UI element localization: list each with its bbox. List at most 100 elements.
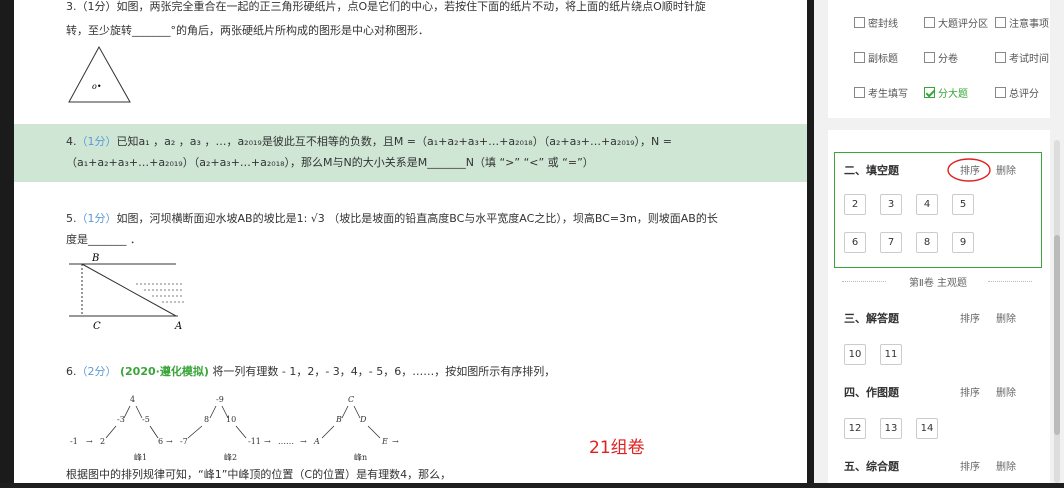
- delete-button[interactable]: 删除: [996, 458, 1016, 473]
- svg-text:-1: -1: [70, 437, 78, 446]
- svg-text:D: D: [359, 415, 367, 424]
- option-subtitle[interactable]: 副标题: [854, 50, 898, 65]
- checkbox-icon[interactable]: [995, 52, 1006, 63]
- question-button[interactable]: 2: [844, 194, 866, 215]
- sections-panel: 二、填空题 排序 删除 2 3 4 5 6 7 8 9 第Ⅱ卷 主观题 三、解答…: [828, 130, 1050, 483]
- question-score: （1分）: [76, 135, 117, 148]
- peakn-label: 峰n: [354, 452, 367, 462]
- sort-button[interactable]: 排序: [960, 458, 980, 473]
- option-exam-time[interactable]: 考试时间: [995, 50, 1049, 65]
- checkbox-checked-icon[interactable]: [924, 87, 935, 98]
- question-text: 已知a₁ ，a₂ ，a₃ ，…，a₂₀₁₉是彼此互不相等的负数，且M =（a₁+…: [116, 135, 673, 148]
- question-text: 3.（1分）如图，两张完全重合在一起的正三角形硬纸片，点O是它们的中心，若按住下…: [66, 0, 706, 13]
- option-split-volume[interactable]: 分卷: [924, 50, 958, 65]
- question-button[interactable]: 6: [844, 232, 866, 253]
- divider-line: [988, 281, 1032, 282]
- svg-text:……: ……: [278, 437, 294, 446]
- svg-text:8: 8: [204, 415, 209, 424]
- peak2-label: 峰2: [224, 452, 237, 462]
- svg-text:→: →: [86, 437, 93, 446]
- sort-button[interactable]: 排序: [960, 310, 980, 325]
- exam-paper: 3.（1分）如图，两张完全重合在一起的正三角形硬纸片，点O是它们的中心，若按住下…: [14, 0, 807, 483]
- question-number: 6.: [66, 365, 77, 378]
- label-b: B: [91, 253, 99, 264]
- question-button[interactable]: 4: [916, 194, 938, 215]
- question-text: 转，至少旋转_______°的角后，两张硬纸片所构成的图形是中心对称图形．: [66, 24, 429, 37]
- question-number: 4.: [66, 135, 77, 148]
- checkbox-icon[interactable]: [995, 87, 1006, 98]
- section-title: 五、综合题: [844, 460, 899, 473]
- svg-text:-11: -11: [248, 437, 261, 446]
- sequence-figure: -1 → 2 -34-5 6 → -7 8-910 -11 →…… → A BC DE → …: [70, 395, 399, 462]
- section-title: 四、作图题: [844, 386, 899, 399]
- question-button[interactable]: 3: [880, 194, 902, 215]
- option-candidate-fill[interactable]: 考生填写: [854, 85, 908, 100]
- svg-text:E: E: [381, 437, 388, 446]
- question-text: 如图，河坝横断面迎水坡AB的坡比是1: √3 （坡比是坡面的铅直高度BC与水平宽…: [116, 212, 718, 225]
- svg-text:A: A: [313, 437, 320, 446]
- question-button[interactable]: 14: [916, 418, 938, 439]
- svg-text:-3: -3: [117, 415, 125, 424]
- checkbox-icon[interactable]: [854, 52, 865, 63]
- question-number: 5.: [66, 212, 77, 225]
- question-text: 将一列有理数 - 1，2，- 3，4，- 5，6，……，按如图所示有序排列，: [212, 365, 556, 378]
- svg-text:C: C: [348, 395, 354, 404]
- question-button[interactable]: 13: [880, 418, 902, 439]
- option-notes[interactable]: 注意事项: [995, 15, 1049, 30]
- question-6[interactable]: 6.（2分） (2020·遵化模拟) 将一列有理数 - 1，2，- 3，4，- …: [14, 361, 807, 383]
- option-seal-line[interactable]: 密封线: [854, 15, 898, 30]
- checkbox-icon[interactable]: [924, 17, 935, 28]
- option-big-score[interactable]: 分大题: [924, 85, 968, 100]
- svg-text:→: →: [392, 437, 399, 446]
- section-title: 二、填空题: [844, 164, 899, 177]
- question-text: 度是_______ ．: [66, 233, 141, 246]
- svg-text:-9: -9: [216, 395, 224, 404]
- settings-panel: 密封线 大题评分区 注意事项 副标题 分卷 考试时间 考生填写 分大题 总评分 …: [814, 0, 1064, 483]
- question-button[interactable]: 5: [952, 194, 974, 215]
- question-button[interactable]: 8: [916, 232, 938, 253]
- question-4[interactable]: 4.（1分）已知a₁ ，a₂ ，a₃ ，…，a₂₀₁₉是彼此互不相等的负数，且M…: [14, 124, 807, 182]
- delete-button[interactable]: 删除: [996, 384, 1016, 399]
- delete-button[interactable]: 删除: [996, 162, 1016, 177]
- label-c: C: [93, 321, 101, 332]
- section-title: 三、解答题: [844, 312, 899, 325]
- question-3[interactable]: 3.（1分）如图，两张完全重合在一起的正三角形硬纸片，点O是它们的中心，若按住下…: [14, 0, 807, 42]
- svg-text:→: →: [264, 437, 271, 446]
- question-button[interactable]: 11: [880, 344, 902, 365]
- svg-text:→: →: [300, 437, 307, 446]
- checkbox-icon[interactable]: [924, 52, 935, 63]
- label-a: A: [174, 321, 182, 332]
- svg-text:6: 6: [158, 437, 163, 446]
- svg-text:B: B: [335, 415, 342, 424]
- svg-text:2: 2: [100, 437, 105, 446]
- option-big-score-area[interactable]: 大题评分区: [924, 15, 988, 30]
- question-5[interactable]: 5.（1分）如图，河坝横断面迎水坡AB的坡比是1: √3 （坡比是坡面的铅直高度…: [14, 208, 807, 250]
- question-button[interactable]: 12: [844, 418, 866, 439]
- bottom-bar: [0, 483, 1064, 488]
- svg-text:-7: -7: [180, 437, 188, 446]
- checkbox-icon[interactable]: [995, 17, 1006, 28]
- checkbox-icon[interactable]: [854, 17, 865, 28]
- watermark-stamp: 21组卷: [589, 438, 645, 458]
- question-source[interactable]: (2020·遵化模拟): [120, 365, 209, 378]
- question-score: （2分）: [76, 365, 117, 378]
- figure-label: o•: [92, 82, 102, 91]
- question-button[interactable]: 7: [880, 232, 902, 253]
- scrollbar[interactable]: [1054, 140, 1060, 483]
- question-score: （1分）: [76, 212, 117, 225]
- question-text: （a₁+a₂+a₃+…+a₂₀₁₉）（a₂+a₃+…+a₂₀₁₈），那么M与N的…: [66, 156, 594, 169]
- options-panel: 密封线 大题评分区 注意事项 副标题 分卷 考试时间 考生填写 分大题 总评分: [828, 0, 1050, 118]
- delete-button[interactable]: 删除: [996, 310, 1016, 325]
- svg-text:4: 4: [130, 395, 135, 404]
- scrollbar-thumb[interactable]: [1054, 235, 1060, 435]
- checkbox-icon[interactable]: [854, 87, 865, 98]
- question-button[interactable]: 10: [844, 344, 866, 365]
- sort-button[interactable]: 排序: [960, 384, 980, 399]
- peak1-label: 峰1: [134, 452, 147, 462]
- svg-text:-5: -5: [142, 415, 150, 424]
- dam-figure: B C A: [69, 253, 184, 332]
- question-text: 根据图中的排列规律可知，“峰1”中峰顶的位置（C的位置）是有理数4，那么，: [66, 468, 452, 481]
- annotation-circle: [947, 158, 991, 182]
- question-button[interactable]: 9: [952, 232, 974, 253]
- option-total-score[interactable]: 总评分: [995, 85, 1039, 100]
